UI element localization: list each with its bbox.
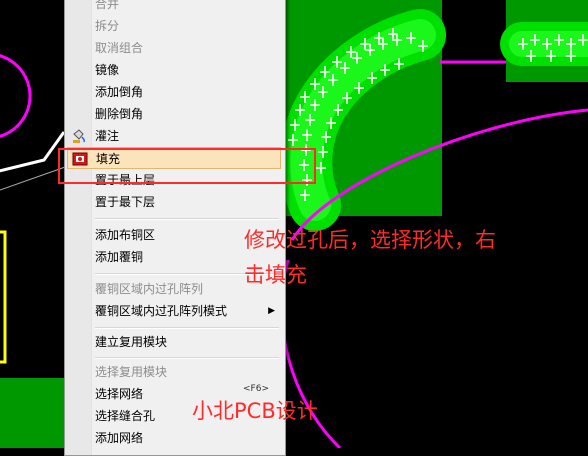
menu-item-label: 选择网络: [95, 387, 144, 401]
menu-item-add-chamfer[interactable]: 添加倒角: [67, 81, 281, 103]
menu-item-merge[interactable]: 合并: [67, 0, 281, 15]
pour-icon: [73, 129, 85, 143]
menu-item-label: 添加倒角: [95, 85, 144, 99]
menu-separator: [95, 218, 279, 220]
annotation-line-1: 修改过孔后，选择形状，右: [244, 228, 496, 252]
annotation-line-2: 击填充: [244, 263, 307, 287]
menu-separator: [95, 357, 279, 359]
menu-item-mirror[interactable]: 镜像: [67, 59, 281, 81]
menu-item-label: 覆铜区域内过孔阵列: [95, 282, 204, 296]
menu-item-label: 添加布铜区: [95, 228, 156, 242]
menu-item-via-array-mode[interactable]: 覆铜区域内过孔阵列模式 ▶: [67, 300, 281, 322]
menu-item-label: 镜像: [95, 63, 120, 77]
menu-item-split[interactable]: 拆分: [67, 15, 281, 37]
copper-pour-left: [0, 378, 70, 448]
menu-item-label: 添加覆铜: [95, 250, 144, 264]
menu-item-add-net[interactable]: 添加网络: [67, 427, 281, 449]
menu-item-label: 删除倒角: [95, 107, 144, 121]
menu-item-pour[interactable]: 灌注: [67, 125, 281, 147]
menu-item-send-to-bottom[interactable]: 置于最下层: [67, 191, 281, 213]
menu-item-label: 合并: [95, 0, 120, 11]
menu-item-label: 置于最下层: [95, 195, 156, 209]
submenu-arrow-icon: ▶: [268, 306, 275, 316]
menu-item-label: 覆铜区域内过孔阵列模式: [95, 304, 228, 318]
menu-separator: [95, 327, 279, 329]
highlight-box: [58, 148, 316, 184]
menu-item-create-reuse-module[interactable]: 建立复用模块: [67, 331, 281, 353]
menu-item-label: 灌注: [95, 129, 120, 143]
watermark-text: 小北PCB设计: [192, 399, 318, 423]
menu-item-label: 建立复用模块: [95, 335, 168, 349]
menu-item-remove-chamfer[interactable]: 删除倒角: [67, 103, 281, 125]
menu-item-ungroup[interactable]: 取消组合: [67, 37, 281, 59]
menu-item-label: 选择复用模块: [95, 365, 168, 379]
menu-item-label: 添加网络: [95, 431, 144, 445]
menu-item-label: 选择缝合孔: [95, 409, 156, 423]
menu-item-label: 取消组合: [95, 41, 144, 55]
menu-item-label: 拆分: [95, 19, 120, 33]
